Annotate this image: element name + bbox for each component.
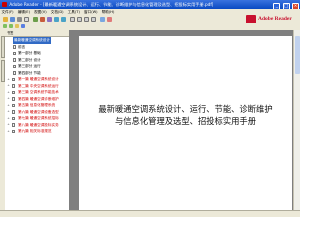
bookmark-page-icon — [13, 45, 16, 49]
actual-size-icon[interactable] — [107, 16, 112, 22]
document-title-line-2: 与信息化管理及选型、招投标实用手册 — [114, 116, 257, 126]
expand-toggle-icon[interactable]: + — [7, 129, 10, 133]
title-bar: Adobe Reader - [最新暖通空调系统设计、运行、节能、诊断维护与信息… — [0, 0, 300, 9]
window-controls: _ □ × — [272, 1, 299, 9]
bookmark-page-icon — [12, 97, 15, 101]
expand-toggle-icon — [7, 45, 10, 48]
menu-edit[interactable]: 编辑(E) — [18, 10, 30, 14]
bookmark-page-icon — [13, 51, 16, 55]
expand-toggle-icon[interactable]: + — [7, 116, 10, 120]
expand-toggle-icon[interactable]: + — [7, 84, 10, 87]
bookmark-page-icon — [13, 58, 16, 62]
hand-tool-icon[interactable] — [40, 16, 45, 22]
email-icon[interactable] — [24, 16, 29, 22]
document-title-line-1: 最新暖通空调系统设计、运行、节能、诊断维护 — [98, 104, 273, 114]
bookmark-page-icon — [12, 110, 15, 114]
last-page-icon[interactable] — [91, 16, 96, 22]
bookmark-page-icon — [12, 116, 15, 120]
expand-toggle-icon — [7, 71, 10, 74]
print-icon[interactable] — [17, 16, 22, 22]
expand-toggle-icon — [7, 65, 10, 68]
menu-file[interactable]: 文件(F) — [2, 10, 14, 14]
bookmarks-tab[interactable] — [0, 36, 5, 58]
document-title: 最新暖通空调系统设计、运行、节能、诊断维护 与信息化管理及选型、招投标实用手册 — [79, 103, 292, 127]
next-page-icon[interactable] — [84, 16, 89, 22]
menu-view[interactable]: 视图(V) — [34, 10, 46, 14]
snapshot-icon[interactable] — [21, 24, 25, 28]
zoom-out-icon[interactable] — [61, 16, 66, 22]
first-page-icon[interactable] — [70, 16, 75, 22]
window-title: Adobe Reader - [最新暖通空调系统设计、运行、节能、诊断维护与信息… — [9, 2, 214, 7]
fit-width-icon[interactable] — [9, 24, 13, 28]
status-bar — [0, 210, 300, 217]
rotate-view-icon[interactable] — [100, 16, 105, 22]
menu-window[interactable]: 窗口(W) — [84, 10, 98, 14]
fit-page-icon[interactable] — [3, 24, 7, 28]
zoom-in-icon[interactable] — [54, 16, 59, 22]
bookmark-page-icon — [12, 103, 15, 107]
highlight-icon[interactable] — [15, 24, 19, 28]
menu-document[interactable]: 文档(D) — [51, 10, 64, 14]
expand-toggle-icon — [7, 39, 10, 42]
open-folder-icon[interactable] — [3, 16, 8, 22]
document-view[interactable]: 最新暖通空调系统设计、运行、节能、诊断维护 与信息化管理及选型、招投标实用手册 — [69, 30, 300, 210]
save-icon[interactable] — [10, 16, 15, 22]
expand-toggle-icon[interactable]: + — [7, 123, 10, 126]
bookmark-item[interactable]: + 第九篇 相关标准规范 — [5, 128, 69, 135]
scrollbar-thumb[interactable] — [294, 36, 300, 74]
expand-toggle-icon — [7, 52, 10, 55]
menu-tools[interactable]: 工具(T) — [68, 10, 80, 14]
bookmark-page-icon — [12, 123, 15, 127]
expand-toggle-icon[interactable]: + — [7, 77, 10, 81]
bookmark-page-icon — [13, 71, 16, 75]
expand-toggle-icon[interactable]: + — [7, 110, 10, 113]
adobe-app-icon — [2, 2, 7, 7]
bookmark-page-icon — [12, 129, 15, 133]
pdf-page: 最新暖通空调系统设计、运行、节能、诊断维护 与信息化管理及选型、招投标实用手册 — [79, 36, 292, 210]
bookmark-page-icon — [12, 77, 15, 81]
expand-toggle-icon[interactable]: + — [7, 90, 10, 94]
bookmark-page-icon — [12, 90, 15, 94]
pages-tab[interactable] — [0, 60, 5, 82]
select-text-icon[interactable] — [47, 16, 52, 22]
search-icon[interactable] — [33, 16, 38, 22]
bookmark-label: 第九篇 相关标准规范 — [18, 129, 52, 133]
expand-toggle-icon[interactable]: + — [7, 97, 10, 100]
bookmark-list: 最新暖通空调系统设计 前言 第一部分 基础 第二部分 设计 第三部分 运行 第四部分 节能… — [5, 37, 69, 135]
expand-toggle-icon — [7, 58, 10, 61]
bookmark-page-icon — [12, 84, 15, 88]
menu-help[interactable]: 帮助(H) — [102, 10, 115, 14]
vertical-scrollbar[interactable] — [293, 30, 300, 210]
prev-page-icon[interactable] — [77, 16, 82, 22]
bookmarks-panel: 书签 最新暖通空调系统设计 前言 第一部分 基础 第二部分 设计 第三部分 运行 第四部分… — [5, 30, 70, 210]
bookmarks-panel-header: 书签 — [5, 30, 69, 37]
reader-window: Adobe Reader - [最新暖通空调系统设计、运行、节能、诊断维护与信息… — [0, 0, 300, 217]
expand-toggle-icon[interactable]: + — [7, 103, 10, 107]
bookmark-page-icon — [13, 64, 16, 68]
